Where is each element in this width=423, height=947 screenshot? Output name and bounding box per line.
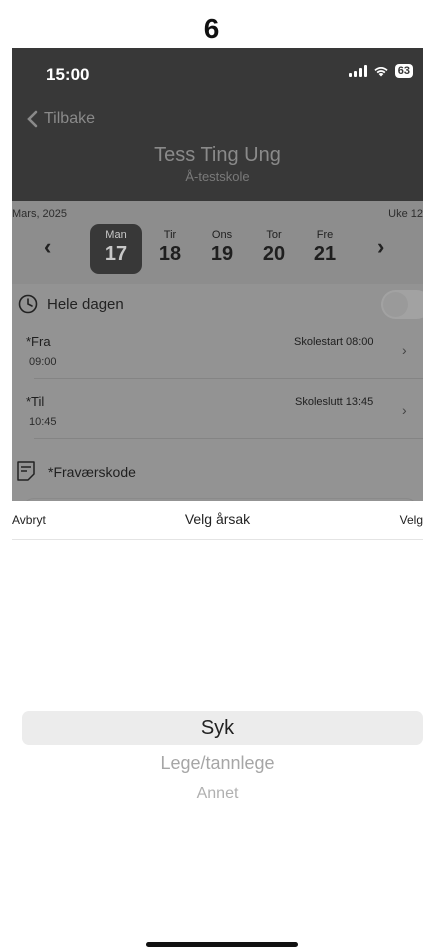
- day-number: 20: [262, 243, 286, 265]
- picker-option-syk[interactable]: Syk: [12, 717, 423, 740]
- day-number: 18: [158, 243, 182, 265]
- day-monday[interactable]: Man 17: [90, 224, 142, 274]
- school-name: Å-testskole: [185, 169, 250, 184]
- divider: [34, 378, 423, 379]
- all-day-label: Hele dagen: [47, 295, 124, 313]
- status-icons: 63: [348, 64, 413, 78]
- day-name: Tor: [266, 229, 282, 241]
- app-header: 15:00 63 Tilbake Tess Ting Ung Å-testsko…: [12, 48, 423, 201]
- note-icon: [17, 461, 35, 481]
- week-label: Uke 12: [388, 208, 423, 220]
- picker-toolbar: Avbryt Velg årsak Velg: [12, 501, 423, 540]
- all-day-row: Hele dagen: [18, 294, 124, 314]
- next-week-button[interactable]: ›: [377, 234, 384, 260]
- home-indicator[interactable]: [146, 942, 298, 947]
- back-button[interactable]: Tilbake: [26, 110, 95, 128]
- day-wednesday[interactable]: Ons 19: [196, 224, 248, 274]
- divider: [34, 438, 423, 439]
- status-time: 15:00: [46, 65, 90, 84]
- step-number: 6: [0, 0, 423, 48]
- battery-icon: 63: [394, 64, 413, 78]
- picker-option-annet[interactable]: Annet: [12, 785, 423, 803]
- chevron-left-icon: [27, 110, 38, 128]
- month-label: Mars, 2025: [12, 208, 68, 220]
- reason-picker-sheet: Avbryt Velg årsak Velg Syk Lege/tannlege…: [12, 501, 423, 947]
- clock-icon: [18, 294, 38, 314]
- picker-option-lege-tannlege[interactable]: Lege/tannlege: [12, 753, 423, 774]
- day-name: Fre: [316, 229, 334, 241]
- day-friday[interactable]: Fre 21: [299, 224, 351, 274]
- all-day-toggle[interactable]: [381, 290, 423, 319]
- day-name: Tir: [163, 229, 177, 241]
- day-number: 17: [104, 243, 128, 265]
- day-name: Ons: [211, 229, 233, 241]
- phone-screen: 15:00 63 Tilbake Tess Ting Ung Å-testsko…: [12, 48, 423, 947]
- day-number: 21: [313, 243, 337, 265]
- day-tuesday[interactable]: Tir 18: [144, 224, 196, 274]
- toggle-knob: [383, 292, 408, 317]
- cancel-button[interactable]: Avbryt: [12, 513, 46, 527]
- day-thursday[interactable]: Tor 20: [248, 224, 300, 274]
- back-label: Tilbake: [44, 110, 95, 127]
- to-time-row[interactable]: [12, 384, 423, 438]
- dimmed-background[interactable]: 15:00 63 Tilbake Tess Ting Ung Å-testsko…: [12, 48, 423, 510]
- day-name: Man: [105, 229, 127, 241]
- from-time-row[interactable]: [12, 324, 423, 378]
- day-number: 19: [210, 243, 234, 265]
- absence-form: Hele dagen *Fra 09:00 Skolestart 08:00 ›…: [12, 284, 423, 510]
- student-name: Tess Ting Ung: [154, 144, 281, 166]
- wifi-icon: [374, 67, 388, 77]
- absence-code-label: *Fraværskode: [48, 464, 136, 480]
- prev-week-button[interactable]: ‹: [44, 234, 51, 260]
- cellular-signal-icon: [348, 65, 367, 77]
- picker-title: Velg årsak: [184, 511, 251, 527]
- confirm-button[interactable]: Velg: [400, 513, 423, 527]
